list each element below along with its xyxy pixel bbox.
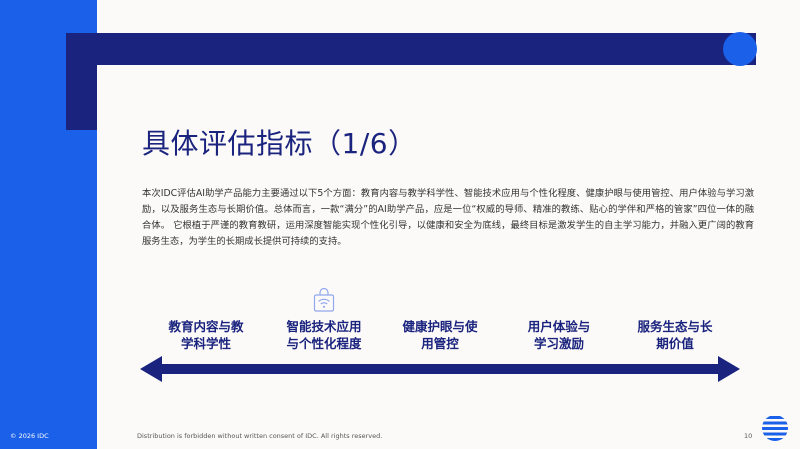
category-user-experience: 用户体验与 学习激励 bbox=[504, 318, 614, 352]
category-label-line2: 学习激励 bbox=[533, 336, 584, 351]
copyright-text: © 2026 IDC bbox=[10, 432, 49, 440]
footer-disclaimer: Distribution is forbidden without writte… bbox=[137, 432, 383, 440]
double-arrow bbox=[140, 356, 740, 382]
category-service-ecosystem: 服务生态与长 期价值 bbox=[620, 318, 730, 352]
category-label-line2: 与个性化程度 bbox=[286, 336, 362, 351]
header-bar bbox=[66, 33, 756, 65]
header-dot bbox=[723, 32, 757, 66]
category-label-line1: 健康护眼与使 bbox=[402, 319, 478, 334]
page-number: 10 bbox=[744, 432, 753, 440]
category-label-line2: 用管控 bbox=[421, 336, 459, 351]
category-label-line1: 教育内容与教 bbox=[168, 319, 244, 334]
header-bar-elbow bbox=[66, 33, 97, 130]
wifi-bag-icon bbox=[313, 287, 335, 312]
idc-globe-icon bbox=[762, 416, 788, 441]
intro-paragraph: 本次IDC评估AI助学产品能力主要通过以下5个方面：教育内容与教学科学性、智能技… bbox=[142, 188, 754, 247]
category-label-line2: 学科学性 bbox=[180, 336, 231, 351]
category-intelligent-tech: 智能技术应用 与个性化程度 bbox=[269, 318, 379, 352]
category-label-line1: 智能技术应用 bbox=[286, 319, 362, 334]
category-label-line1: 用户体验与 bbox=[527, 319, 591, 334]
category-label-line2: 期价值 bbox=[656, 336, 694, 351]
category-eye-health: 健康护眼与使 用管控 bbox=[385, 318, 495, 352]
category-education-content: 教育内容与教 学科学性 bbox=[151, 318, 261, 352]
slide-title: 具体评估指标（1/6） bbox=[142, 127, 417, 160]
category-label-line1: 服务生态与长 bbox=[637, 319, 713, 334]
